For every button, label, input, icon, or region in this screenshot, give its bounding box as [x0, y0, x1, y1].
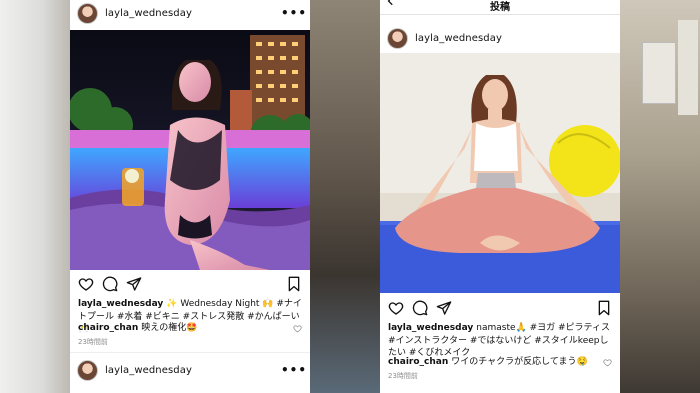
bookmark-icon[interactable]: [286, 276, 302, 292]
post-username[interactable]: layla_wednesday: [105, 365, 192, 376]
yoga-image: [380, 53, 620, 293]
share-icon[interactable]: [436, 300, 452, 316]
divider: [380, 14, 620, 15]
background-sign: [642, 42, 676, 104]
share-icon[interactable]: [126, 276, 142, 292]
post-comment: chairo_chan ワイのチャクラが反応してまう🤤: [388, 356, 612, 369]
post-comment: chairo_chan 映えの権化🤩: [78, 322, 302, 335]
background-people: [310, 0, 380, 393]
divider: [70, 352, 310, 353]
avatar[interactable]: [387, 27, 408, 49]
more-options-icon[interactable]: •••: [281, 363, 307, 377]
next-post-header: layla_wednesday •••: [70, 359, 310, 381]
post-header: layla_wednesday •••: [70, 2, 310, 24]
bookmark-icon[interactable]: [596, 300, 612, 316]
more-options-icon[interactable]: •••: [281, 6, 307, 20]
avatar[interactable]: [77, 359, 98, 381]
post-caption: layla_wednesday namaste🙏 #ヨガ #ピラティス #インスト…: [388, 322, 612, 360]
post-photo-night-pool[interactable]: [70, 30, 310, 270]
comment-text: ワイのチャクラが反応してまう🤤: [451, 357, 588, 367]
background-wall-left: [0, 0, 70, 393]
post-action-bar: [380, 300, 620, 322]
background-sign: [678, 20, 698, 115]
post-header: layla_wednesday: [380, 27, 620, 49]
caption-username[interactable]: layla_wednesday: [388, 323, 473, 333]
post-timestamp: 23時間前: [388, 372, 418, 380]
post-timestamp: 23時間前: [78, 338, 108, 346]
heart-icon[interactable]: [388, 300, 404, 316]
post-action-bar: [70, 276, 310, 298]
background-store: [620, 0, 700, 393]
night-pool-image: [70, 30, 310, 270]
heart-icon[interactable]: [78, 276, 94, 292]
instagram-post-left: layla_wednesday ••• layla_wednesday ✨ We…: [70, 0, 310, 393]
comment-username[interactable]: chairo_chan: [78, 323, 138, 333]
comment-icon[interactable]: [412, 300, 428, 316]
page-title: 投稿: [490, 2, 510, 13]
avatar[interactable]: [77, 2, 98, 24]
instagram-post-right: 投稿 layla_wednesday layla_wednesday namas…: [380, 0, 620, 393]
comment-text: 映えの権化🤩: [141, 323, 198, 333]
comment-username[interactable]: chairo_chan: [388, 357, 448, 367]
comment-like-icon[interactable]: [603, 358, 612, 367]
comment-like-icon[interactable]: [293, 324, 302, 333]
caption-username[interactable]: layla_wednesday: [78, 299, 163, 309]
post-username[interactable]: layla_wednesday: [415, 33, 502, 44]
post-photo-yoga[interactable]: [380, 53, 620, 293]
comment-icon[interactable]: [102, 276, 118, 292]
post-username[interactable]: layla_wednesday: [105, 8, 192, 19]
